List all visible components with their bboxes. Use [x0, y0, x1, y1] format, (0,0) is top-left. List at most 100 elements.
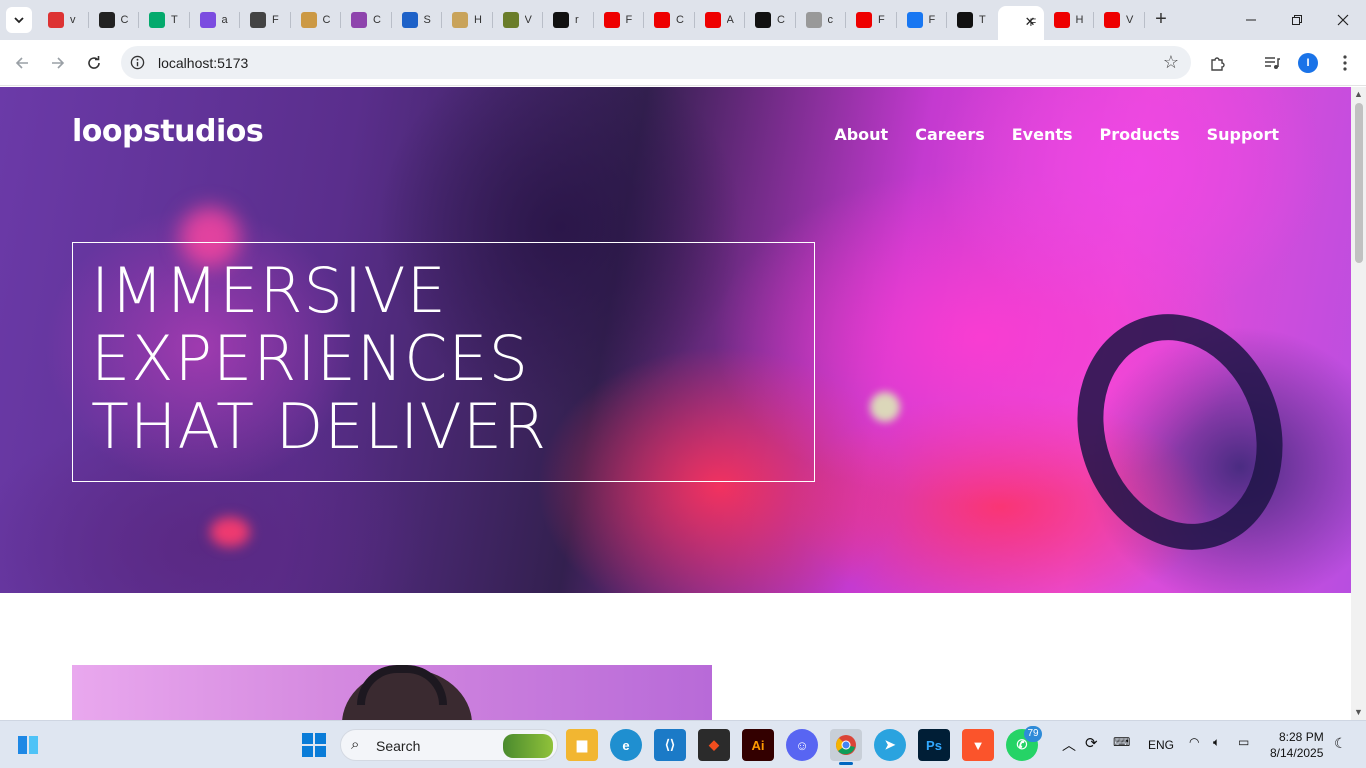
main-nav: About Careers Events Products Support	[834, 125, 1279, 144]
vscode-app[interactable]: ⟨⟩	[654, 729, 686, 761]
tab[interactable]: C	[341, 0, 392, 40]
nav-link-products[interactable]: Products	[1100, 125, 1180, 144]
tab-title: F	[625, 14, 633, 26]
tab[interactable]: T	[947, 0, 998, 40]
telegram-app[interactable]: ➤	[874, 729, 906, 761]
tab-search-button[interactable]	[6, 7, 32, 33]
wifi-icon[interactable]: ◠	[1189, 735, 1199, 749]
tab[interactable]: H	[1044, 0, 1095, 40]
address-bar[interactable]: localhost:5173 ☆	[121, 46, 1191, 79]
taskbar-search[interactable]: ⌕ Search	[340, 729, 558, 761]
reload-button[interactable]	[82, 51, 106, 75]
nav-link-about[interactable]: About	[834, 125, 888, 144]
media-control-button[interactable]	[1261, 52, 1283, 74]
youtube-icon	[1053, 12, 1070, 28]
scroll-down-arrow-icon[interactable]: ▼	[1354, 707, 1363, 717]
tab-title: r	[575, 14, 579, 26]
whatsapp-unread-badge: 79	[1024, 726, 1042, 742]
windows-taskbar: ⌕ Search ▆ e ⟨⟩ ◆ Ai ☺ ➤ Ps ▼ ✆ ︿ ⟳ ⌨ EN…	[0, 720, 1366, 768]
start-button[interactable]	[298, 729, 330, 761]
tray-overflow-icon[interactable]: ︿	[1062, 735, 1076, 755]
photoshop-app[interactable]: Ps	[918, 729, 950, 761]
tab[interactable]: c	[796, 0, 847, 40]
profile-avatar[interactable]: I	[1298, 53, 1318, 73]
edge-icon: e	[622, 737, 630, 753]
restore-button[interactable]	[1274, 0, 1320, 40]
page-viewport: loopstudios About Careers Events Product…	[0, 87, 1351, 720]
tab-title: C	[120, 14, 129, 26]
scrollbar-thumb[interactable]	[1355, 103, 1363, 263]
tab[interactable]: C	[644, 0, 695, 40]
illustrator-app[interactable]: Ai	[742, 729, 774, 761]
site-info-icon[interactable]	[130, 55, 145, 70]
tab-title: C	[676, 14, 684, 26]
language-indicator[interactable]: ENG	[1148, 738, 1174, 752]
forward-button[interactable]	[46, 51, 70, 75]
youtube-icon	[654, 12, 670, 28]
page-scrollbar[interactable]: ▲ ▼	[1351, 87, 1366, 720]
tab-list: v C Ta F C C S H Vr F C A Cc F F T F ✕ H V	[38, 0, 1145, 40]
tab-title: T	[979, 14, 986, 26]
figma-app[interactable]: ◆	[698, 729, 730, 761]
tab[interactable]: a	[190, 0, 241, 40]
nav-link-events[interactable]: Events	[1012, 125, 1073, 144]
tab[interactable]: T	[139, 0, 190, 40]
tab-title: F	[272, 14, 279, 26]
tab[interactable]: v	[38, 0, 89, 40]
scroll-up-arrow-icon[interactable]: ▲	[1354, 89, 1363, 99]
tab[interactable]: F	[897, 0, 948, 40]
youtube-icon	[704, 12, 721, 28]
tab[interactable]: F	[846, 0, 897, 40]
minimize-button[interactable]	[1228, 0, 1274, 40]
folder-icon: ▆	[577, 737, 587, 752]
bookmark-star-icon[interactable]: ☆	[1163, 52, 1179, 73]
url-text[interactable]: localhost:5173	[158, 55, 248, 71]
new-tab-button[interactable]: +	[1151, 9, 1171, 29]
clock-date[interactable]: 8/14/2025	[1270, 746, 1323, 760]
battery-icon[interactable]: ▭	[1238, 735, 1249, 749]
extensions-button[interactable]	[1207, 52, 1229, 74]
taskbar-search-label: Search	[376, 738, 421, 754]
keyboard-icon[interactable]: ⌨	[1113, 735, 1130, 749]
browser-menu-button[interactable]	[1334, 52, 1356, 74]
brave-app[interactable]: ▼	[962, 729, 994, 761]
tab-title: A	[726, 14, 734, 26]
file-explorer-app[interactable]: ▆	[566, 729, 598, 761]
lc-icon	[98, 12, 115, 28]
hero-headline-box: IMMERSIVE EXPERIENCES THAT DELIVER	[72, 242, 815, 482]
arrow-left-icon	[15, 57, 28, 69]
tab[interactable]: A	[695, 0, 746, 40]
sql-icon	[401, 12, 418, 28]
nav-link-support[interactable]: Support	[1207, 125, 1279, 144]
back-button[interactable]	[10, 51, 34, 75]
tab-title: F	[928, 14, 936, 26]
tab[interactable]: C	[745, 0, 796, 40]
clock-time[interactable]: 8:28 PM	[1279, 730, 1324, 744]
site-logo[interactable]: loopstudios	[72, 114, 264, 149]
nav-link-careers[interactable]: Careers	[915, 125, 985, 144]
tab[interactable]: H	[442, 0, 493, 40]
tab[interactable]: r	[543, 0, 594, 40]
tab[interactable]: F	[240, 0, 291, 40]
tab[interactable]: V	[493, 0, 544, 40]
discord-app[interactable]: ☺	[786, 729, 818, 761]
tab[interactable]: C	[89, 0, 140, 40]
widgets-button[interactable]	[12, 729, 44, 761]
sync-icon[interactable]: ⟳	[1085, 734, 1098, 752]
tab[interactable]: V	[1094, 0, 1145, 40]
tab-title: C	[322, 14, 331, 26]
youtube-icon	[856, 12, 872, 28]
minimize-icon	[1246, 19, 1256, 21]
tab[interactable]: C	[291, 0, 342, 40]
volume-icon[interactable]: 🔈︎	[1213, 735, 1220, 750]
notifications-icon[interactable]: ☾	[1334, 735, 1347, 752]
chrome-app[interactable]	[830, 729, 862, 765]
spark-icon	[805, 12, 822, 28]
tab-active[interactable]: F ✕	[997, 6, 1044, 40]
close-tab-icon[interactable]: ✕	[1025, 14, 1036, 30]
tab[interactable]: S	[392, 0, 443, 40]
edge-app[interactable]: e	[610, 729, 642, 761]
close-window-button[interactable]	[1320, 0, 1366, 40]
hero-headline-line: EXPERIENCES	[91, 322, 529, 395]
tab[interactable]: F	[594, 0, 645, 40]
